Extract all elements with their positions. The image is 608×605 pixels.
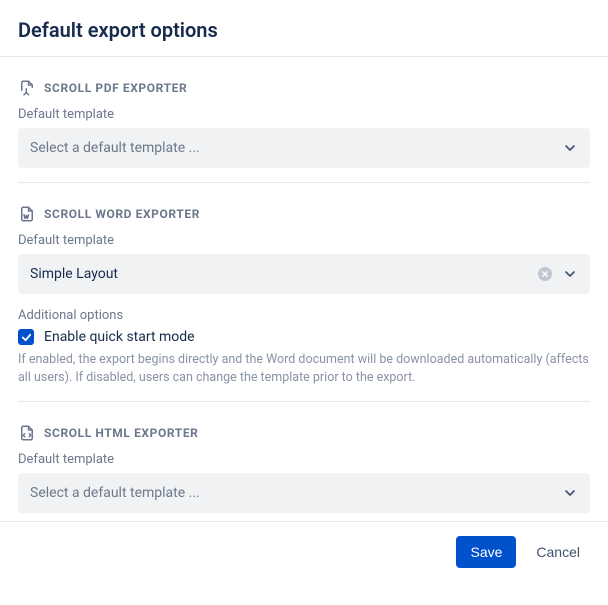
- section-word-header: SCROLL WORD EXPORTER: [44, 207, 200, 221]
- chevron-down-icon: [562, 140, 578, 156]
- page-title: Default export options: [18, 18, 590, 42]
- cancel-button[interactable]: Cancel: [526, 536, 590, 568]
- section-pdf: SCROLL PDF EXPORTER Default template Sel…: [18, 57, 590, 183]
- save-button[interactable]: Save: [456, 536, 516, 568]
- word-template-value: Simple Layout: [30, 266, 118, 282]
- html-template-select[interactable]: Select a default template ...: [18, 473, 590, 513]
- quick-start-label: Enable quick start mode: [44, 329, 195, 345]
- section-html: SCROLL HTML EXPORTER Default template Se…: [18, 402, 590, 513]
- quick-start-checkbox[interactable]: [18, 329, 34, 345]
- html-template-value: Select a default template ...: [30, 485, 200, 501]
- word-template-select[interactable]: Simple Layout: [18, 254, 590, 294]
- html-icon: [18, 424, 36, 442]
- html-template-label: Default template: [18, 452, 590, 467]
- word-template-label: Default template: [18, 233, 590, 248]
- pdf-template-select[interactable]: Select a default template ...: [18, 128, 590, 168]
- pdf-template-label: Default template: [18, 107, 590, 122]
- clear-icon[interactable]: [538, 267, 552, 281]
- section-word: SCROLL WORD EXPORTER Default template Si…: [18, 183, 590, 402]
- footer: Save Cancel: [18, 522, 590, 574]
- quick-start-help: If enabled, the export begins directly a…: [18, 351, 590, 387]
- chevron-down-icon: [562, 266, 578, 282]
- word-icon: [18, 205, 36, 223]
- pdf-icon: [18, 79, 36, 97]
- section-pdf-header: SCROLL PDF EXPORTER: [44, 81, 187, 95]
- section-html-header: SCROLL HTML EXPORTER: [44, 426, 198, 440]
- chevron-down-icon: [562, 485, 578, 501]
- word-options-label: Additional options: [18, 308, 590, 323]
- pdf-template-value: Select a default template ...: [30, 140, 200, 156]
